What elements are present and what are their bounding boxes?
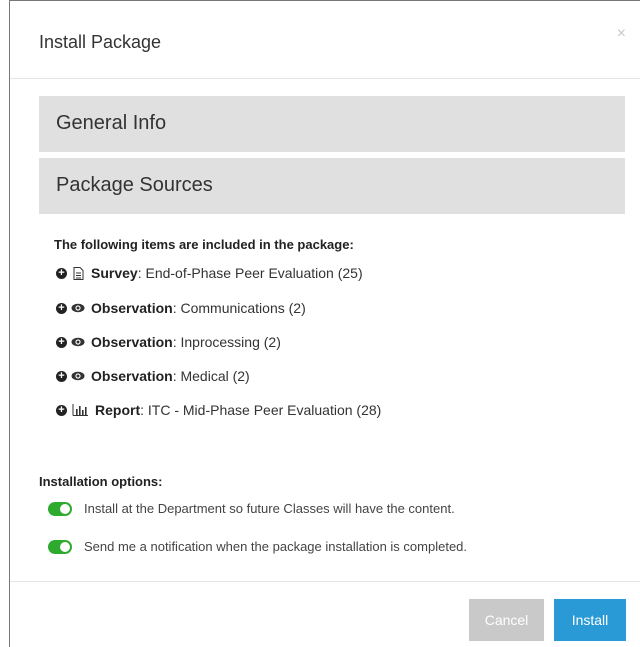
package-sources-heading: Package Sources bbox=[56, 174, 213, 196]
cancel-button[interactable]: Cancel bbox=[469, 599, 544, 641]
bar-chart-icon bbox=[71, 403, 89, 417]
list-item: + Report : ITC - Mid-Phase Peer Evaluati… bbox=[56, 402, 381, 418]
eye-icon bbox=[71, 335, 85, 349]
item-type: Report bbox=[95, 402, 141, 418]
list-item: + Observation : Medical (2) bbox=[56, 368, 250, 384]
general-info-panel[interactable]: General Info bbox=[39, 96, 625, 152]
item-text: : End-of-Phase Peer Evaluation (25) bbox=[137, 265, 363, 281]
general-info-heading: General Info bbox=[56, 112, 167, 134]
install-package-dialog: Install Package × General Info Package S… bbox=[9, 0, 640, 647]
installation-options-title: Installation options: bbox=[39, 474, 163, 489]
option-label: Install at the Department so future Clas… bbox=[84, 501, 455, 516]
item-type: Observation bbox=[91, 300, 173, 316]
package-sources-panel[interactable]: Package Sources bbox=[39, 158, 625, 214]
expand-plus-icon[interactable]: + bbox=[56, 302, 67, 314]
document-icon bbox=[71, 266, 85, 280]
option-label: Send me a notification when the package … bbox=[84, 539, 468, 554]
item-text: : ITC - Mid-Phase Peer Evaluation (28) bbox=[140, 402, 382, 418]
dialog-title: Install Package bbox=[39, 32, 162, 52]
install-button[interactable]: Install bbox=[554, 599, 626, 641]
dialog-header: Install Package × bbox=[10, 1, 640, 79]
expand-plus-icon[interactable]: + bbox=[56, 404, 67, 416]
send-notification-toggle[interactable] bbox=[48, 539, 72, 554]
list-item: + Observation : Inprocessing (2) bbox=[56, 334, 281, 350]
expand-plus-icon[interactable]: + bbox=[56, 370, 67, 382]
close-icon[interactable]: × bbox=[617, 25, 626, 43]
install-department-toggle[interactable] bbox=[48, 501, 72, 516]
item-type: Observation bbox=[91, 334, 173, 350]
option-send-notification: Send me a notification when the package … bbox=[48, 539, 467, 554]
item-text: : Inprocessing (2) bbox=[172, 334, 281, 350]
expand-plus-icon[interactable]: + bbox=[56, 267, 67, 279]
eye-icon bbox=[71, 301, 85, 315]
footer-divider bbox=[10, 581, 640, 582]
item-type: Survey bbox=[91, 265, 138, 281]
list-item: + Survey : End-of-Phase Peer Evaluation … bbox=[56, 265, 363, 281]
item-text: : Communications (2) bbox=[172, 300, 306, 316]
eye-icon bbox=[71, 369, 85, 383]
expand-plus-icon[interactable]: + bbox=[56, 336, 67, 348]
item-type: Observation bbox=[91, 368, 173, 384]
list-item: + Observation : Communications (2) bbox=[56, 300, 306, 316]
item-text: : Medical (2) bbox=[172, 368, 250, 384]
option-install-department: Install at the Department so future Clas… bbox=[48, 501, 455, 516]
items-title: The following items are included in the … bbox=[54, 237, 354, 252]
